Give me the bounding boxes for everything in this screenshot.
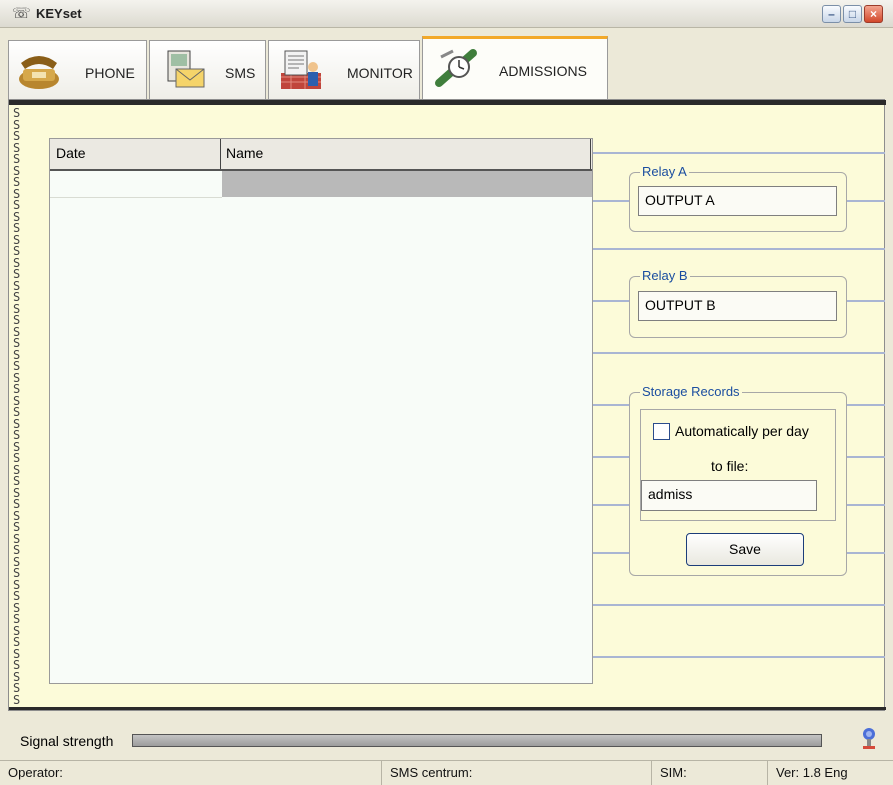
minimize-button[interactable]: – bbox=[822, 5, 841, 23]
close-button[interactable]: × bbox=[864, 5, 883, 23]
signal-strength-label: Signal strength bbox=[20, 733, 114, 749]
tab-phone-label: PHONE bbox=[85, 65, 135, 81]
status-bar: Operator: SMS centrum: SIM: Ver: 1.8 Eng bbox=[0, 760, 893, 785]
tab-phone[interactable]: PHONE bbox=[8, 40, 147, 99]
page-top-border bbox=[9, 100, 886, 105]
relay-a-title: Relay A bbox=[640, 164, 689, 179]
save-button[interactable]: Save bbox=[686, 533, 804, 566]
spiral-binding: S S S S S S S S S S S S S S S S S S S S … bbox=[13, 108, 21, 706]
signal-strength-row: Signal strength bbox=[8, 718, 885, 760]
monitor-icon bbox=[281, 50, 321, 89]
table-header: Date Name bbox=[50, 139, 592, 171]
storage-records-group: Storage Records Automatically per day to… bbox=[629, 384, 847, 576]
auto-per-day-checkbox[interactable] bbox=[653, 423, 670, 440]
paper-rule bbox=[593, 604, 885, 606]
tab-monitor[interactable]: MONITOR bbox=[268, 40, 420, 99]
table-row[interactable] bbox=[50, 197, 222, 198]
tab-admissions[interactable]: ADMISSIONS bbox=[422, 36, 608, 99]
paper-rule bbox=[593, 152, 885, 154]
file-name-field[interactable]: admiss bbox=[641, 480, 817, 511]
column-header-date[interactable]: Date bbox=[56, 145, 86, 161]
signal-strength-bar bbox=[132, 734, 822, 747]
status-sms-centrum: SMS centrum: bbox=[382, 761, 652, 785]
column-header-name[interactable]: Name bbox=[226, 145, 263, 161]
table-row-selected[interactable] bbox=[222, 171, 592, 197]
column-separator[interactable] bbox=[590, 139, 591, 169]
window-title: KEYset bbox=[36, 6, 82, 21]
relay-b-field[interactable]: OUTPUT B bbox=[638, 291, 837, 321]
auto-per-day-label[interactable]: Automatically per day bbox=[675, 423, 809, 439]
maximize-icon: □ bbox=[848, 7, 857, 21]
status-operator: Operator: bbox=[0, 761, 382, 785]
close-icon: × bbox=[869, 7, 877, 21]
tab-sms[interactable]: SMS bbox=[149, 40, 266, 99]
storage-inner-frame: Automatically per day to file: admiss bbox=[640, 409, 836, 521]
paper-rule bbox=[593, 656, 885, 658]
relay-b-title: Relay B bbox=[640, 268, 690, 283]
phone-icon bbox=[19, 56, 59, 89]
admissions-table[interactable]: Date Name bbox=[49, 138, 593, 684]
tab-admissions-label: ADMISSIONS bbox=[499, 63, 587, 79]
relay-b-group: Relay B OUTPUT B bbox=[629, 268, 847, 338]
admissions-icon bbox=[435, 49, 477, 87]
tab-sms-label: SMS bbox=[225, 65, 256, 81]
keyset-window: ☏ KEYset – □ × PHONE SMS MONITOR ADMISSI… bbox=[0, 0, 893, 785]
app-phone-icon: ☏ bbox=[12, 5, 31, 22]
storage-records-title: Storage Records bbox=[640, 384, 742, 399]
relay-a-group: Relay A OUTPUT A bbox=[629, 164, 847, 232]
page-bottom-border bbox=[9, 707, 886, 710]
paper-rule bbox=[593, 352, 885, 354]
sms-icon bbox=[167, 50, 205, 88]
minimize-icon: – bbox=[828, 7, 835, 21]
column-separator[interactable] bbox=[220, 139, 221, 169]
relay-a-field[interactable]: OUTPUT A bbox=[638, 186, 837, 216]
paper-rule bbox=[593, 248, 885, 250]
tab-monitor-label: MONITOR bbox=[347, 65, 413, 81]
signal-antenna-icon[interactable] bbox=[858, 726, 880, 750]
maximize-button[interactable]: □ bbox=[843, 5, 862, 23]
to-file-label: to file: bbox=[711, 458, 749, 474]
notebook-page: S S S S S S S S S S S S S S S S S S S S … bbox=[8, 99, 886, 711]
title-bar[interactable]: ☏ KEYset – □ × bbox=[0, 0, 893, 28]
status-sim: SIM: bbox=[652, 761, 768, 785]
status-version: Ver: 1.8 Eng bbox=[776, 765, 848, 780]
